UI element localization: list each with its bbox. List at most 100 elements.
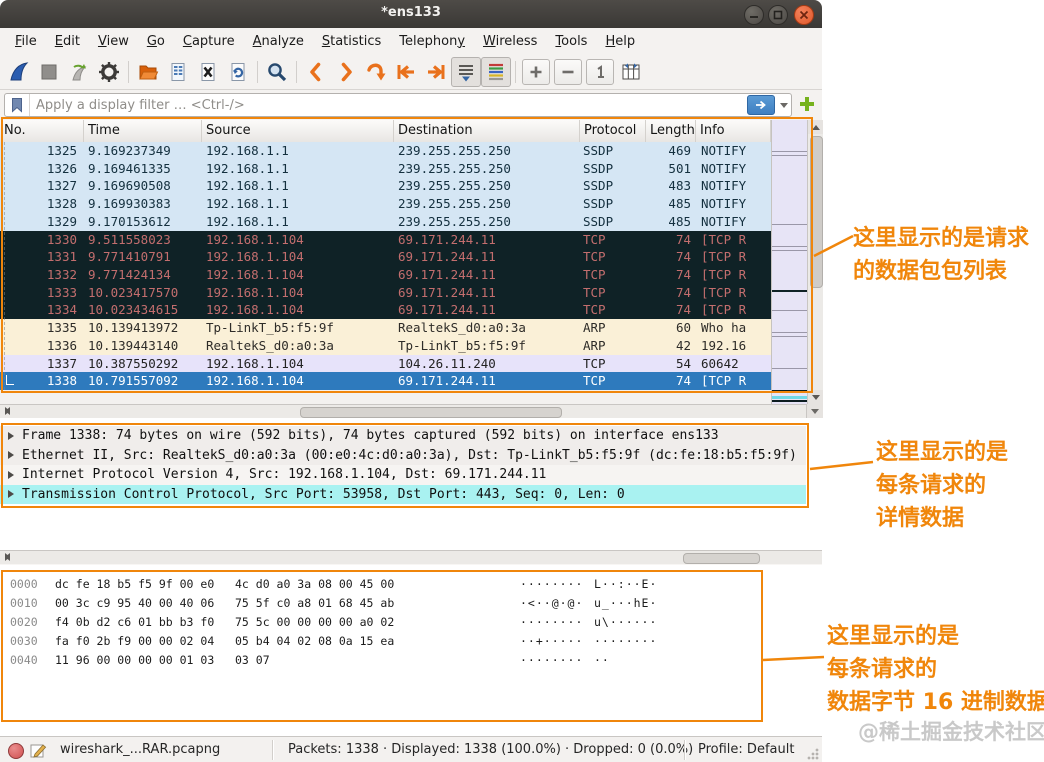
capture-comment-button[interactable] (30, 742, 47, 762)
column-header-length[interactable]: Length (646, 120, 696, 142)
add-filter-button[interactable] (798, 95, 816, 113)
cell-source: 192.168.1.104 (206, 284, 304, 300)
resize-grip[interactable] (807, 748, 819, 760)
zoom-100-button[interactable] (586, 58, 614, 85)
column-header-info[interactable]: Info (696, 120, 771, 142)
menu-item[interactable]: File (6, 31, 46, 52)
one-icon (597, 64, 604, 78)
chevron-down-icon (811, 408, 819, 414)
menu-item[interactable]: Analyze (244, 31, 313, 52)
auto-scroll-button[interactable] (451, 56, 481, 87)
hex-row[interactable]: 0020 f4 0b d2 c6 01 bb b3 f0 75 5c 00 00… (0, 613, 760, 632)
screenshot-canvas: *ens133 File Edit View Go Capture Analyze Stat… (0, 0, 1044, 762)
menu-item[interactable]: Statistics (313, 31, 390, 52)
reload-file-button[interactable] (223, 57, 253, 87)
packet-row[interactable]: 1331 9.771410791 192.168.1.104 69.171.24… (0, 248, 771, 267)
minimize-button[interactable] (744, 5, 764, 25)
packet-row[interactable]: 1338 10.791557092 192.168.1.104 69.171.2… (0, 372, 771, 390)
packet-row[interactable]: 1326 9.169461335 192.168.1.1 239.255.255… (0, 159, 771, 178)
restart-capture-button[interactable] (64, 57, 94, 87)
column-header-source[interactable]: Source (202, 120, 394, 142)
packet-minimap[interactable] (771, 120, 807, 404)
stop-capture-button[interactable] (34, 57, 64, 87)
close-button[interactable] (794, 5, 814, 25)
menu-item[interactable]: Go (138, 31, 174, 52)
packet-row[interactable]: 1334 10.023434615 192.168.1.104 69.171.2… (0, 301, 771, 320)
capture-options-button[interactable] (94, 57, 124, 87)
cell-info: [TCP R (701, 373, 747, 389)
details-row[interactable]: Transmission Control Protocol, Src Port:… (0, 484, 806, 504)
close-file-button[interactable] (193, 57, 223, 87)
column-header-time[interactable]: Time (84, 120, 202, 142)
filter-bookmark-button[interactable] (5, 94, 30, 116)
expand-arrow-icon[interactable] (8, 470, 14, 479)
menu-item[interactable]: View (89, 31, 138, 52)
menu-item[interactable]: Help (596, 31, 644, 52)
annotation-details: 这里显示的是 每条请求的 详情数据 (876, 436, 1008, 535)
details-row[interactable]: Frame 1338: 74 bytes on wire (592 bits),… (0, 426, 806, 446)
colorize-button[interactable] (481, 56, 511, 87)
maximize-button[interactable] (768, 5, 788, 25)
cell-no: 1328 (46, 196, 77, 212)
annotation-packet-list: 这里显示的是请求 的数据包包列表 (853, 222, 1029, 288)
packet-row[interactable]: 1325 9.169237349 192.168.1.1 239.255.255… (0, 142, 771, 160)
hscroll-thumb[interactable] (683, 553, 760, 564)
start-capture-button[interactable] (4, 57, 34, 87)
resize-columns-button[interactable] (616, 57, 646, 87)
packet-row[interactable]: 1329 9.170153612 192.168.1.1 239.255.255… (0, 212, 771, 231)
scroll-down-button[interactable] (808, 390, 823, 404)
details-row[interactable]: Internet Protocol Version 4, Src: 192.16… (0, 465, 806, 485)
open-file-button[interactable] (133, 57, 163, 87)
scroll-right-button[interactable] (0, 551, 14, 563)
scroll-up-button[interactable] (808, 120, 823, 134)
go-to-packet-button[interactable] (361, 57, 391, 87)
scroll-right-button[interactable] (0, 405, 14, 417)
go-first-packet-button[interactable] (391, 57, 421, 87)
hex-row[interactable]: 0010 00 3c c9 95 40 00 40 06 75 5f c0 a8… (0, 594, 760, 613)
zoom-in-button[interactable] (522, 58, 550, 85)
filter-history-dropdown[interactable] (777, 94, 791, 116)
hex-bytes-group1: 00 3c c9 95 40 00 40 06 (55, 596, 215, 610)
find-packet-button[interactable] (262, 57, 292, 87)
packet-list-vscrollbar[interactable] (807, 120, 823, 404)
menu-item[interactable]: Edit (46, 31, 89, 52)
main-toolbar (0, 54, 822, 90)
details-row[interactable]: Ethernet II, Src: RealtekS_d0:a0:3a (00:… (0, 445, 806, 465)
menu-item[interactable]: Capture (174, 31, 244, 52)
menu-item[interactable]: Telephony (390, 31, 474, 52)
hex-offset: 0010 (10, 596, 38, 610)
annotation-line: 这里显示的是请求 (853, 226, 1030, 251)
packet-row[interactable]: 1336 10.139443140 RealtekS_d0:a0:3a Tp-L… (0, 336, 771, 355)
column-header-no[interactable]: No. (0, 120, 84, 142)
expand-arrow-icon[interactable] (8, 451, 14, 460)
list-corner-dropdown[interactable] (806, 404, 823, 418)
go-last-packet-button[interactable] (421, 57, 451, 87)
packet-row[interactable]: 1327 9.169690508 192.168.1.1 239.255.255… (0, 177, 771, 196)
hex-row[interactable]: 0030 fa f0 2b f9 00 00 02 04 05 b4 04 02… (0, 632, 760, 651)
menu-item[interactable]: Wireless (474, 31, 546, 52)
packet-row[interactable]: 1333 10.023417570 192.168.1.104 69.171.2… (0, 283, 771, 302)
minimap-line (772, 368, 807, 369)
packet-row[interactable]: 1330 9.511558023 192.168.1.104 69.171.24… (0, 230, 771, 249)
zoom-out-button[interactable] (554, 58, 582, 85)
packet-row[interactable]: 1332 9.771424134 192.168.1.104 69.171.24… (0, 266, 771, 284)
menu-item[interactable]: Tools (546, 31, 596, 52)
go-back-button[interactable] (301, 57, 331, 87)
packet-row[interactable]: 1328 9.169930383 192.168.1.1 239.255.255… (0, 195, 771, 213)
column-header-destination[interactable]: Destination (394, 120, 580, 142)
expand-arrow-icon[interactable] (8, 490, 14, 499)
hscroll-thumb[interactable] (300, 407, 562, 418)
hex-row[interactable]: 0000 dc fe 18 b5 f5 9f 00 e0 4c d0 a0 3a… (0, 575, 760, 594)
display-filter-input[interactable]: Apply a display filter … <Ctrl-/> (4, 93, 792, 117)
packet-row[interactable]: 1337 10.387550292 192.168.1.104 104.26.1… (0, 354, 771, 373)
expand-arrow-icon[interactable] (8, 431, 14, 440)
apply-filter-button[interactable] (747, 95, 775, 115)
vscroll-thumb[interactable] (810, 136, 823, 288)
expert-info-button[interactable] (8, 743, 24, 759)
packet-row[interactable]: 1335 10.139413972 Tp-LinkT_b5:f5:9f Real… (0, 319, 771, 337)
profile-label[interactable]: Profile: Default (698, 742, 794, 757)
go-forward-button[interactable] (331, 57, 361, 87)
column-header-protocol[interactable]: Protocol (580, 120, 646, 142)
hex-row[interactable]: 0040 11 96 00 00 00 00 01 03 03 07 ·····… (0, 651, 760, 670)
save-file-button[interactable] (163, 57, 193, 87)
